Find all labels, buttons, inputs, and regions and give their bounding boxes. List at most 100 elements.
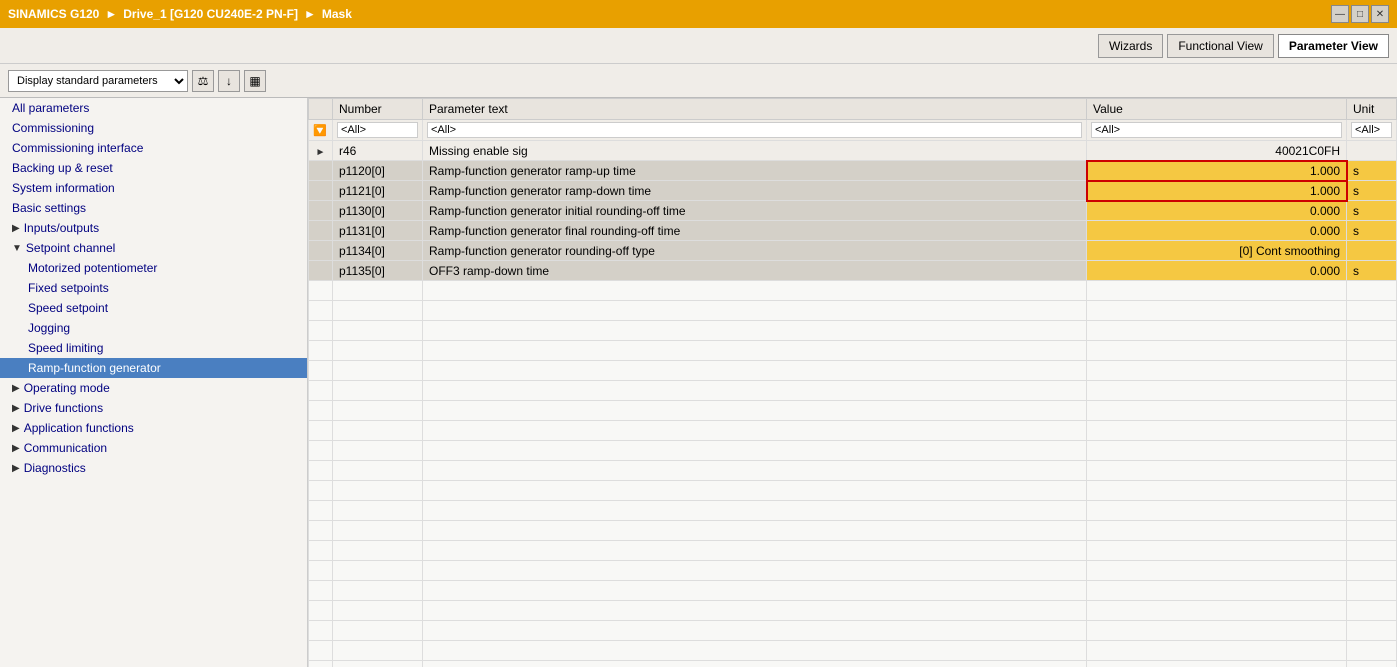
sidebar-item-ramp-function-generator[interactable]: Ramp-function generator: [0, 358, 307, 378]
sidebar-item-label: Inputs/outputs: [24, 221, 99, 235]
header-arrow: [309, 99, 333, 120]
filter-text-cell[interactable]: [423, 120, 1087, 141]
title-arrow1: ►: [105, 7, 117, 21]
table-row[interactable]: ► r46 Missing enable sig 40021C0FH: [309, 141, 1397, 161]
sidebar-item-label: Fixed setpoints: [28, 281, 109, 295]
sidebar-item-label: Drive functions: [24, 401, 103, 415]
row-number-cell: p1134[0]: [333, 241, 423, 261]
filter-number-cell[interactable]: [333, 120, 423, 141]
filter-text-input[interactable]: [427, 122, 1082, 138]
sidebar-item-drive-functions[interactable]: ▶ Drive functions: [0, 398, 307, 418]
maximize-button[interactable]: □: [1351, 5, 1369, 23]
parameter-view-button[interactable]: Parameter View: [1278, 34, 1389, 58]
expand-arrow-icon: ▶: [12, 223, 20, 234]
sidebar-item-all-parameters[interactable]: All parameters: [0, 98, 307, 118]
sidebar-item-setpoint-channel[interactable]: ▼ Setpoint channel: [0, 238, 307, 258]
empty-row: [309, 361, 1397, 381]
expand-arrow-icon: ▶: [12, 383, 20, 394]
sidebar-item-inputs-outputs[interactable]: ▶ Inputs/outputs: [0, 218, 307, 238]
functional-view-button[interactable]: Functional View: [1167, 34, 1274, 58]
row-unit-cell: s: [1347, 221, 1397, 241]
sidebar-item-label: Motorized potentiometer: [28, 261, 157, 275]
sidebar-item-motorized-potentiometer[interactable]: Motorized potentiometer: [0, 258, 307, 278]
row-value-cell[interactable]: 1.000: [1087, 181, 1347, 201]
row-text-cell: Ramp-function generator ramp-down time: [423, 181, 1087, 201]
row-arrow-cell: [309, 201, 333, 221]
table-row[interactable]: p1135[0] OFF3 ramp-down time 0.000 s: [309, 261, 1397, 281]
filter-icon-cell: 🔽: [309, 120, 333, 141]
close-button[interactable]: ✕: [1371, 5, 1389, 23]
row-number-cell: p1130[0]: [333, 201, 423, 221]
parameter-table: Number Parameter text Value Unit 🔽: [308, 98, 1397, 667]
row-arrow-cell: [309, 161, 333, 181]
sidebar-item-diagnostics[interactable]: ▶ Diagnostics: [0, 458, 307, 478]
scale-icon[interactable]: ⚖: [192, 70, 214, 92]
empty-row: [309, 341, 1397, 361]
empty-row: [309, 661, 1397, 667]
sidebar-item-label: Commissioning: [12, 121, 94, 135]
table-row[interactable]: p1134[0] Ramp-function generator roundin…: [309, 241, 1397, 261]
sidebar-item-label: All parameters: [12, 101, 89, 115]
row-value-cell[interactable]: 0.000: [1087, 261, 1347, 281]
settings-icon[interactable]: ▦: [244, 70, 266, 92]
sidebar-item-basic-settings[interactable]: Basic settings: [0, 198, 307, 218]
row-arrow-cell: [309, 221, 333, 241]
sidebar-item-label: Jogging: [28, 321, 70, 335]
sidebar-item-backing-reset[interactable]: Backing up & reset: [0, 158, 307, 178]
empty-row: [309, 521, 1397, 541]
sidebar-item-label: System information: [12, 181, 115, 195]
title-path: SINAMICS G120 ► Drive_1 [G120 CU240E-2 P…: [8, 7, 352, 21]
header-number[interactable]: Number: [333, 99, 423, 120]
header-unit[interactable]: Unit: [1347, 99, 1397, 120]
table-row[interactable]: p1130[0] Ramp-function generator initial…: [309, 201, 1397, 221]
header-text[interactable]: Parameter text: [423, 99, 1087, 120]
row-value-cell[interactable]: [0] Cont smoothing: [1087, 241, 1347, 261]
filter-unit-input[interactable]: [1351, 122, 1392, 138]
sidebar-item-fixed-setpoints[interactable]: Fixed setpoints: [0, 278, 307, 298]
title-drive: Drive_1 [G120 CU240E-2 PN-F]: [123, 7, 298, 21]
row-arrow-cell: [309, 181, 333, 201]
row-value-cell[interactable]: 0.000: [1087, 201, 1347, 221]
sidebar-item-communication[interactable]: ▶ Communication: [0, 438, 307, 458]
empty-row: [309, 601, 1397, 621]
sidebar-item-label: Speed limiting: [28, 341, 103, 355]
empty-row: [309, 301, 1397, 321]
header-value[interactable]: Value: [1087, 99, 1347, 120]
empty-row: [309, 641, 1397, 661]
minimize-button[interactable]: —: [1331, 5, 1349, 23]
row-value-cell[interactable]: 0.000: [1087, 221, 1347, 241]
sidebar-item-speed-setpoint[interactable]: Speed setpoint: [0, 298, 307, 318]
sidebar-item-label: Commissioning interface: [12, 141, 143, 155]
sidebar-item-system-information[interactable]: System information: [0, 178, 307, 198]
download-icon[interactable]: ↓: [218, 70, 240, 92]
filter-value-cell[interactable]: [1087, 120, 1347, 141]
table-row[interactable]: p1131[0] Ramp-function generator final r…: [309, 221, 1397, 241]
filter-number-input[interactable]: [337, 122, 418, 138]
filter-value-input[interactable]: [1091, 122, 1342, 138]
empty-row: [309, 561, 1397, 581]
sidebar-item-commissioning[interactable]: Commissioning: [0, 118, 307, 138]
sidebar-item-operating-mode[interactable]: ▶ Operating mode: [0, 378, 307, 398]
sidebar-item-label: Backing up & reset: [12, 161, 113, 175]
title-view: Mask: [322, 7, 352, 21]
sidebar-item-application-functions[interactable]: ▶ Application functions: [0, 418, 307, 438]
row-unit-cell: [1347, 241, 1397, 261]
sidebar-item-label: Speed setpoint: [28, 301, 108, 315]
sidebar-item-label: Application functions: [24, 421, 134, 435]
wizards-button[interactable]: Wizards: [1098, 34, 1163, 58]
sidebar-item-jogging[interactable]: Jogging: [0, 318, 307, 338]
sidebar-item-speed-limiting[interactable]: Speed limiting: [0, 338, 307, 358]
empty-row: [309, 381, 1397, 401]
sidebar-item-label: Ramp-function generator: [28, 361, 161, 375]
sidebar-item-commissioning-interface[interactable]: Commissioning interface: [0, 138, 307, 158]
window-controls[interactable]: — □ ✕: [1331, 5, 1389, 23]
table-row[interactable]: p1121[0] Ramp-function generator ramp-do…: [309, 181, 1397, 201]
display-filter-dropdown[interactable]: Display standard parametersDisplay all p…: [8, 70, 188, 92]
table-row[interactable]: p1120[0] Ramp-function generator ramp-up…: [309, 161, 1397, 181]
row-value-cell[interactable]: 1.000: [1087, 161, 1347, 181]
sidebar-item-label: Diagnostics: [24, 461, 86, 475]
expand-arrow-icon: ▶: [12, 423, 20, 434]
filter-unit-cell[interactable]: [1347, 120, 1397, 141]
row-text-cell: Ramp-function generator final rounding-o…: [423, 221, 1087, 241]
filter-icon: 🔽: [313, 125, 327, 137]
